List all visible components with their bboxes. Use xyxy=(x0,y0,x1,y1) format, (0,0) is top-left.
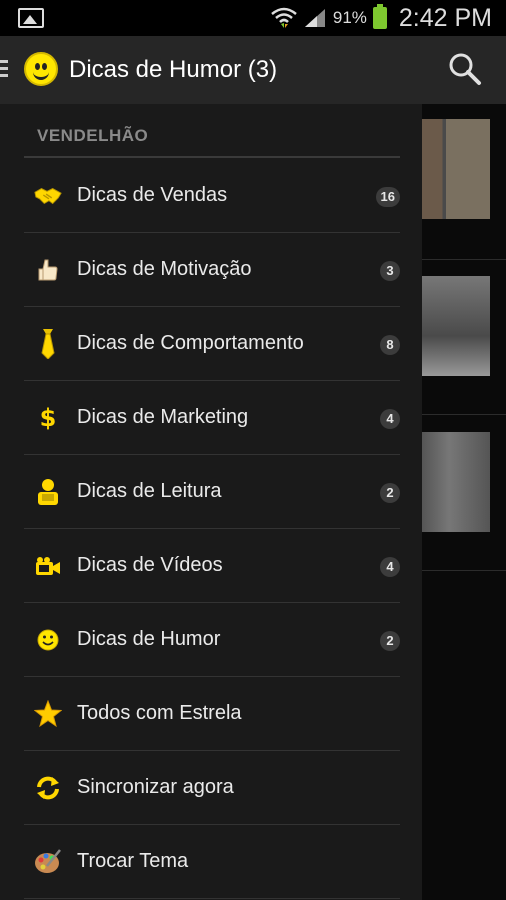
drawer-item-leitura[interactable]: Dicas de Leitura 2 xyxy=(24,456,400,529)
tie-icon xyxy=(34,329,62,359)
star-icon xyxy=(34,700,62,728)
drawer-item-label: Trocar Tema xyxy=(77,850,189,872)
count-badge: 8 xyxy=(380,335,400,355)
drawer-item-label: Dicas de Leitura xyxy=(77,480,222,502)
reader-icon xyxy=(34,478,62,506)
drawer-item-estrela[interactable]: Todos com Estrela xyxy=(24,678,400,751)
drawer-item-label: Dicas de Motivação xyxy=(77,258,252,280)
dollar-icon: $ xyxy=(39,404,57,432)
app-logo-smiley-icon[interactable] xyxy=(24,52,58,86)
status-indicators: 91% 2:42 PM xyxy=(271,0,492,36)
drawer-item-label: Dicas de Marketing xyxy=(77,406,249,428)
status-bar: 91% 2:42 PM xyxy=(0,0,506,36)
drawer-item-label: Dicas de Humor xyxy=(77,628,221,650)
count-badge: 2 xyxy=(380,631,400,651)
divider xyxy=(422,570,506,571)
battery-percent: 91% xyxy=(332,8,367,27)
drawer-item-vendas[interactable]: Dicas de Vendas 16 xyxy=(24,160,400,233)
navigation-drawer: VENDELHÃO Dicas de Vendas 16 Dicas de Mo… xyxy=(0,104,422,900)
drawer-item-label: Dicas de Comportamento xyxy=(77,332,304,354)
smiley-icon xyxy=(34,626,62,654)
section-divider xyxy=(24,156,400,158)
wifi-icon xyxy=(271,7,297,28)
divider xyxy=(422,259,506,260)
drawer-toggle-icon[interactable] xyxy=(0,60,8,81)
count-badge: 3 xyxy=(380,261,400,281)
clock: 2:42 PM xyxy=(398,3,492,32)
drawer-item-humor[interactable]: Dicas de Humor 2 xyxy=(24,604,400,677)
image-notification-icon xyxy=(18,8,44,28)
palette-icon xyxy=(34,848,62,876)
thumbs-up-icon xyxy=(34,256,62,284)
drawer-item-label: Todos com Estrela xyxy=(77,702,242,724)
post-thumbnail[interactable] xyxy=(422,119,490,219)
handshake-icon xyxy=(34,182,62,210)
post-thumbnail[interactable] xyxy=(422,276,490,376)
count-badge: 4 xyxy=(380,557,400,577)
drawer-item-sincronizar[interactable]: Sincronizar agora xyxy=(24,752,400,825)
drawer-item-videos[interactable]: Dicas de Vídeos 4 xyxy=(24,530,400,603)
page-title: Dicas de Humor (3) xyxy=(69,56,278,83)
search-icon[interactable] xyxy=(448,52,482,86)
battery-icon xyxy=(372,4,387,29)
video-camera-icon xyxy=(34,552,62,580)
count-badge: 16 xyxy=(375,187,400,207)
drawer-item-label: Sincronizar agora xyxy=(77,776,234,798)
drawer-item-marketing[interactable]: $ Dicas de Marketing 4 xyxy=(24,382,400,455)
count-badge: 4 xyxy=(380,409,400,429)
divider xyxy=(422,414,506,415)
drawer-item-label: Dicas de Vendas xyxy=(77,184,228,206)
drawer-item-comportamento[interactable]: Dicas de Comportamento 8 xyxy=(24,308,400,381)
section-header: VENDELHÃO xyxy=(37,126,149,145)
drawer-item-motivacao[interactable]: Dicas de Motivação 3 xyxy=(24,234,400,307)
drawer-item-tema[interactable]: Trocar Tema xyxy=(24,826,400,899)
signal-icon xyxy=(304,9,325,27)
post-thumbnail[interactable] xyxy=(422,432,490,532)
action-bar: Dicas de Humor (3) xyxy=(0,36,506,104)
count-badge: 2 xyxy=(380,483,400,503)
drawer-item-label: Dicas de Vídeos xyxy=(77,554,223,576)
sync-icon xyxy=(34,774,62,802)
